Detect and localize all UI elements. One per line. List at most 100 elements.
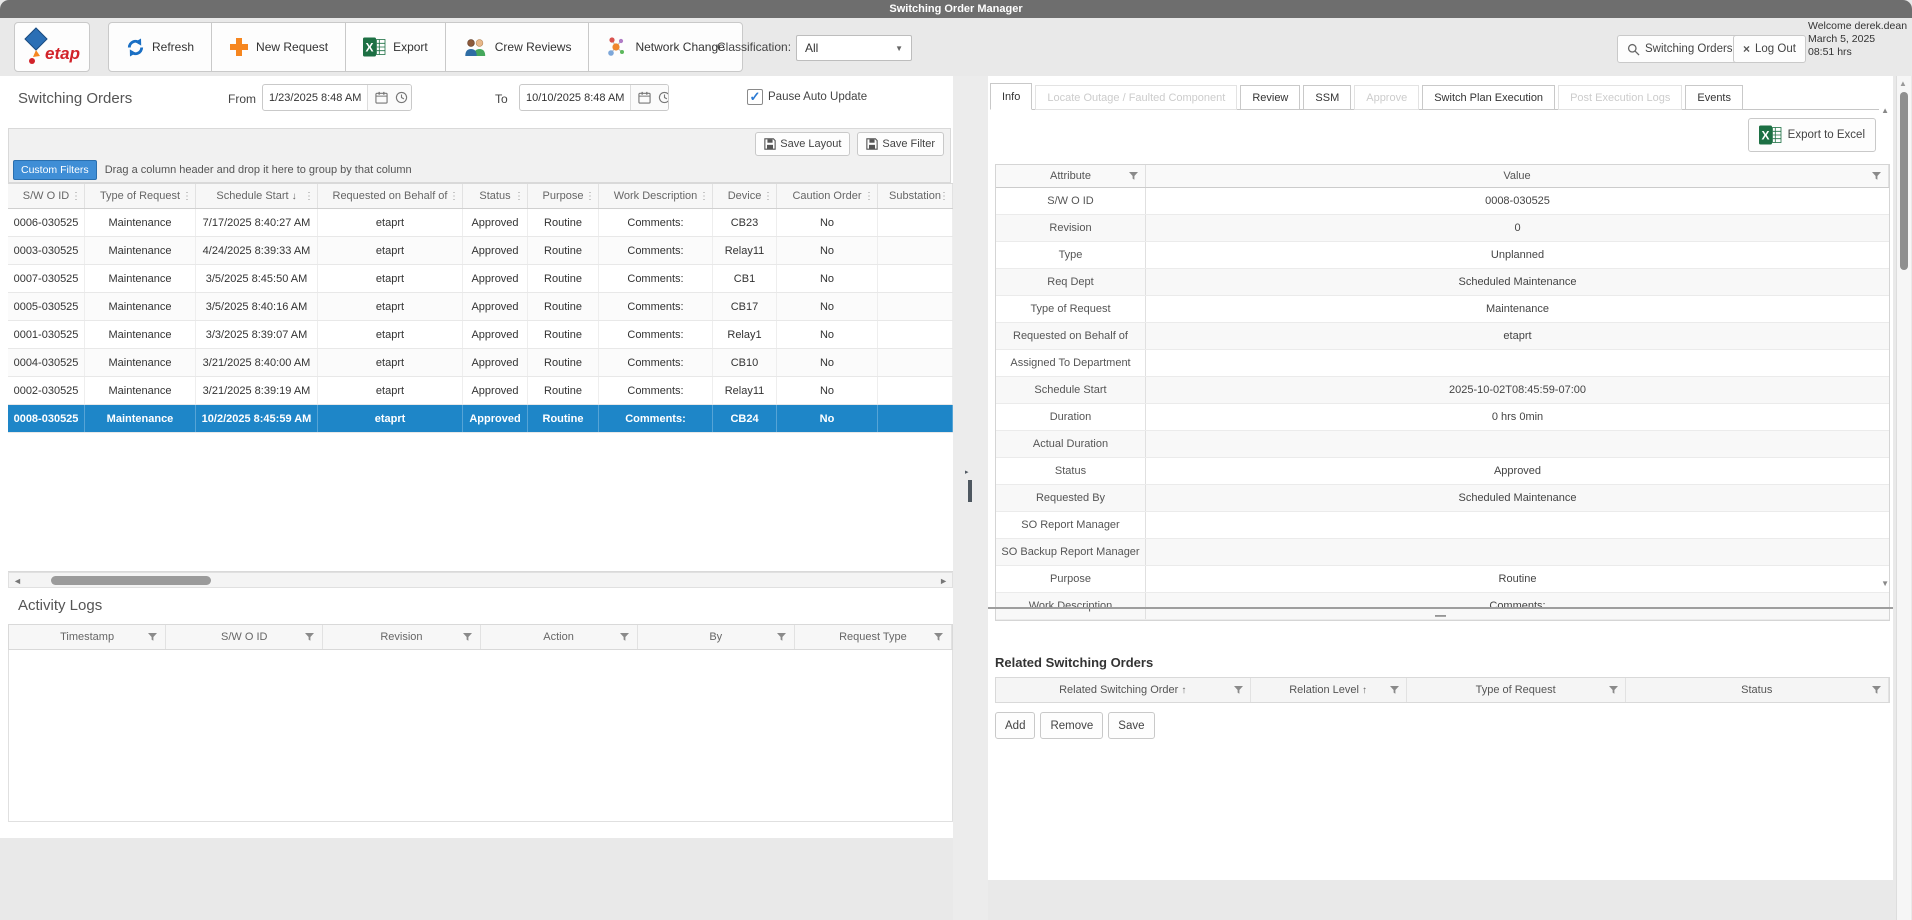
logout-button[interactable]: × Log Out [1733, 35, 1806, 63]
attribute-row[interactable]: Type of RequestMaintenance [996, 296, 1889, 323]
filter-icon[interactable] [1234, 686, 1243, 695]
save-button[interactable]: Save [1108, 712, 1154, 739]
horizontal-scrollbar[interactable]: ◄ ► [8, 572, 953, 588]
panel-splitter[interactable]: ▸ [953, 76, 988, 920]
column-menu-icon[interactable]: ⋮ [939, 191, 949, 202]
attribute-row[interactable]: Schedule Start2025-10-02T08:45:59-07:00 [996, 377, 1889, 404]
calendar-icon[interactable] [375, 91, 388, 104]
to-date-input[interactable]: 10/10/2025 8:48 AM [519, 84, 669, 111]
etap-logo-button[interactable]: etap [14, 22, 90, 72]
column-header-s-w-o-id[interactable]: S/W O ID⋮ [8, 184, 85, 208]
filter-icon[interactable] [1872, 686, 1881, 695]
filter-icon[interactable] [1390, 686, 1399, 695]
remove-button[interactable]: Remove [1040, 712, 1103, 739]
column-header-attribute[interactable]: Attribute [996, 165, 1146, 187]
table-row[interactable]: 0007-030525Maintenance3/5/2025 8:45:50 A… [8, 265, 953, 293]
clock-icon[interactable] [395, 91, 408, 104]
filter-icon[interactable] [934, 633, 943, 642]
column-header-type-of-request[interactable]: Type of Request⋮ [85, 184, 196, 208]
attribute-row[interactable]: Req DeptScheduled Maintenance [996, 269, 1889, 296]
column-menu-icon[interactable]: ⋮ [71, 191, 81, 202]
column-header-relation-level[interactable]: Relation Level ↑ [1251, 678, 1407, 702]
clock-icon[interactable] [658, 91, 669, 104]
vertical-scrollbar[interactable]: ▲ [1896, 76, 1911, 920]
table-row[interactable]: 0002-030525Maintenance3/21/2025 8:39:19 … [8, 377, 953, 405]
attribute-row[interactable]: PurposeRoutine [996, 566, 1889, 593]
filter-icon[interactable] [1129, 172, 1138, 181]
attribute-row[interactable]: SO Report Manager [996, 512, 1889, 539]
attribute-row[interactable]: Requested ByScheduled Maintenance [996, 485, 1889, 512]
new-request-button[interactable]: New Request [211, 22, 346, 72]
table-row[interactable]: 0005-030525Maintenance3/5/2025 8:40:16 A… [8, 293, 953, 321]
tab-info[interactable]: Info [990, 83, 1032, 110]
scrollbar-thumb[interactable] [51, 576, 211, 585]
pause-auto-update-checkbox[interactable]: ✓ [747, 89, 763, 105]
table-row[interactable]: 0004-030525Maintenance3/21/2025 8:40:00 … [8, 349, 953, 377]
scroll-right-icon[interactable]: ► [939, 574, 948, 588]
column-menu-icon[interactable]: ⋮ [449, 191, 459, 202]
save-filter-button[interactable]: Save Filter [857, 132, 944, 156]
tab-review[interactable]: Review [1240, 85, 1300, 110]
column-header-purpose[interactable]: Purpose⋮ [528, 184, 599, 208]
scrollbar-thumb[interactable] [1900, 92, 1908, 270]
attribute-row[interactable]: SO Backup Report Manager [996, 539, 1889, 566]
column-header-status[interactable]: Status⋮ [463, 184, 528, 208]
scroll-left-icon[interactable]: ◄ [13, 574, 22, 588]
column-header-device[interactable]: Device⋮ [713, 184, 777, 208]
table-row[interactable]: 0006-030525Maintenance7/17/2025 8:40:27 … [8, 209, 953, 237]
column-menu-icon[interactable]: ⋮ [763, 191, 773, 202]
column-header-type-of-request[interactable]: Type of Request [1407, 678, 1626, 702]
grid-scroll-up-icon[interactable]: ▲ [1881, 106, 1889, 115]
custom-filters-button[interactable]: Custom Filters [13, 160, 97, 180]
attribute-row[interactable]: Actual Duration [996, 431, 1889, 458]
column-header-substation[interactable]: Substation⋮ [878, 184, 953, 208]
classification-dropdown[interactable]: All ▼ [796, 35, 912, 61]
table-row[interactable]: 0001-030525Maintenance3/3/2025 8:39:07 A… [8, 321, 953, 349]
attribute-row[interactable]: Duration0 hrs 0min [996, 404, 1889, 431]
filter-icon[interactable] [1609, 686, 1618, 695]
calendar-icon[interactable] [638, 91, 651, 104]
attribute-row[interactable]: Requested on Behalf ofetaprt [996, 323, 1889, 350]
from-date-input[interactable]: 1/23/2025 8:48 AM [262, 84, 412, 111]
scroll-up-icon[interactable]: ▲ [1899, 79, 1907, 88]
column-header-timestamp[interactable]: Timestamp [9, 625, 166, 649]
add-button[interactable]: Add [995, 712, 1035, 739]
filter-icon[interactable] [148, 633, 157, 642]
crew-reviews-button[interactable]: Crew Reviews [445, 22, 590, 72]
column-header-caution-order[interactable]: Caution Order⋮ [777, 184, 878, 208]
grid-scroll-down-icon[interactable]: ▼ [1881, 579, 1889, 588]
attribute-row[interactable]: TypeUnplanned [996, 242, 1889, 269]
column-header-status[interactable]: Status [1626, 678, 1889, 702]
tab-events[interactable]: Events [1685, 85, 1743, 110]
splitter-handle[interactable] [968, 480, 972, 502]
column-header-schedule-start[interactable]: Schedule Start ↓⋮ [196, 184, 318, 208]
filter-icon[interactable] [1872, 172, 1881, 181]
column-header-s-w-o-id[interactable]: S/W O ID [166, 625, 323, 649]
filter-icon[interactable] [463, 633, 472, 642]
column-menu-icon[interactable]: ⋮ [585, 191, 595, 202]
switching-orders-button[interactable]: Switching Orders [1617, 35, 1743, 63]
tab-ssm[interactable]: SSM [1303, 85, 1351, 110]
table-row[interactable]: 0008-030525Maintenance10/2/2025 8:45:59 … [8, 405, 953, 433]
column-header-action[interactable]: Action [481, 625, 638, 649]
column-header-work-description[interactable]: Work Description⋮ [599, 184, 713, 208]
table-row[interactable]: 0003-030525Maintenance4/24/2025 8:39:33 … [8, 237, 953, 265]
column-menu-icon[interactable]: ⋮ [514, 191, 524, 202]
filter-icon[interactable] [305, 633, 314, 642]
column-header-request-type[interactable]: Request Type [795, 625, 952, 649]
column-menu-icon[interactable]: ⋮ [182, 191, 192, 202]
attribute-row[interactable]: S/W O ID0008-030525 [996, 188, 1889, 215]
column-header-related-switching-order[interactable]: Related Switching Order ↑ [996, 678, 1251, 702]
detail-splitter-handle[interactable]: — [1430, 613, 1452, 619]
export-to-excel-button[interactable]: X Export to Excel [1748, 118, 1876, 152]
filter-icon[interactable] [777, 633, 786, 642]
attribute-row[interactable]: Assigned To Department [996, 350, 1889, 377]
refresh-button[interactable]: Refresh [108, 22, 212, 72]
column-header-value[interactable]: Value [1146, 165, 1889, 187]
column-menu-icon[interactable]: ⋮ [864, 191, 874, 202]
column-header-by[interactable]: By [638, 625, 795, 649]
save-layout-button[interactable]: Save Layout [755, 132, 850, 156]
column-header-requested-on-behalf-of[interactable]: Requested on Behalf of⋮ [318, 184, 463, 208]
attribute-row[interactable]: Revision0 [996, 215, 1889, 242]
tab-switch-plan-execution[interactable]: Switch Plan Execution [1422, 85, 1555, 110]
